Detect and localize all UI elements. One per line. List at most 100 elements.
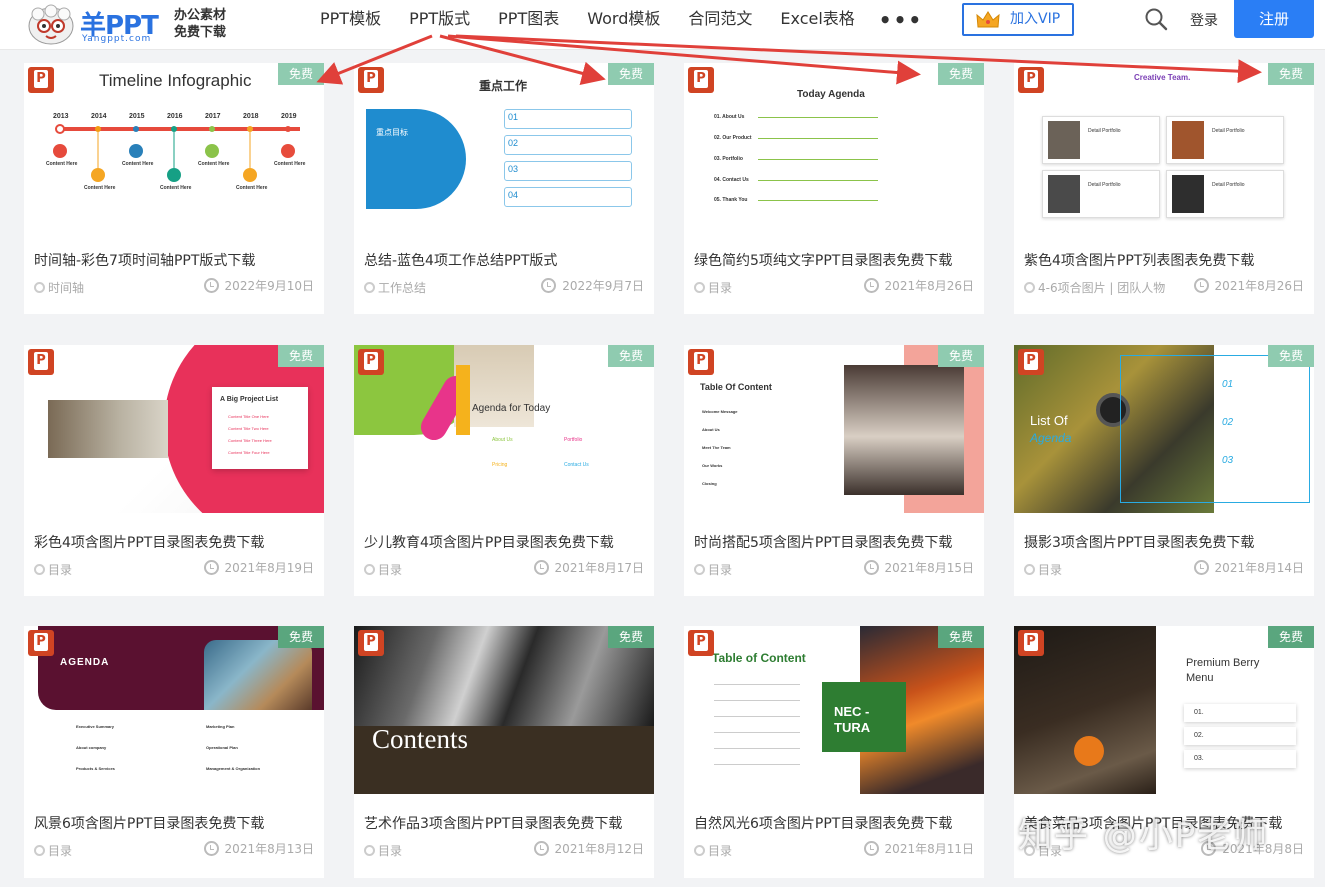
card-tag[interactable]: 目录 [694, 279, 732, 296]
login-link[interactable]: 登录 [1190, 10, 1218, 30]
card-title[interactable]: 摄影3项含图片PPT目录图表免费下载 [1024, 532, 1254, 552]
card-thumbnail[interactable]: 重点工作 重点目标 01 02 03 04 免费 [354, 63, 654, 231]
portfolio-label: Detail Portfolio [1088, 182, 1121, 188]
card-tag[interactable]: 4-6项合图片 | 团队人物 [1024, 279, 1165, 296]
card-thumbnail[interactable]: Table Of Content Welcome Message About U… [684, 345, 984, 513]
card-date: 2021年8月26日 [1193, 277, 1304, 294]
card-thumbnail[interactable]: Agenda for Today About Us Portfolio Pric… [354, 345, 654, 513]
card-title[interactable]: 紫色4项含图片PPT列表图表免费下载 [1024, 250, 1254, 270]
free-badge: 免费 [608, 626, 654, 648]
menu-number: 02. [1194, 732, 1204, 739]
template-card[interactable]: Creative Team. Detail Portfolio Detail P… [1014, 63, 1314, 314]
card-tag[interactable]: 目录 [364, 561, 402, 578]
template-card[interactable]: Timeline Infographic 2013 2014 2015 2016… [24, 63, 324, 314]
template-card[interactable]: Contents 免费 艺术作品3项含图片PPT目录图表免费下载 目录 2021… [354, 626, 654, 878]
blue-semicircle-shape [366, 109, 466, 209]
clock-icon [203, 278, 219, 293]
card-title[interactable]: 艺术作品3项含图片PPT目录图表免费下载 [364, 813, 622, 833]
toc-line [714, 764, 800, 765]
card-tag[interactable]: 目录 [694, 842, 732, 859]
agenda-item: Portfolio [564, 437, 583, 443]
timeline-year: 2018 [243, 113, 259, 120]
template-card[interactable]: 重点工作 重点目标 01 02 03 04 免费 总结-蓝色4项工作总结PPT版… [354, 63, 654, 314]
agenda-item: Pricing [492, 462, 508, 468]
blue-frame-shape [1120, 355, 1310, 503]
powerpoint-icon [358, 349, 384, 375]
nav-ppt-template[interactable]: PPT模板 [306, 0, 395, 38]
card-title[interactable]: 总结-蓝色4项工作总结PPT版式 [364, 250, 557, 270]
thumb-title: Agenda for Today [472, 403, 551, 414]
card-thumbnail[interactable]: List Of Agenda 01 02 03 免费 [1014, 345, 1314, 513]
card-title[interactable]: 少儿教育4项含图片PP目录图表免费下载 [364, 532, 614, 552]
timeline-label: Content Here [160, 185, 192, 191]
register-button[interactable]: 注册 [1234, 0, 1314, 38]
tag-icon [694, 845, 705, 856]
clock-icon [203, 841, 219, 856]
card-thumbnail[interactable]: Timeline Infographic 2013 2014 2015 2016… [24, 63, 324, 231]
card-tag[interactable]: 目录 [694, 561, 732, 578]
card-date: 2021年8月17日 [533, 559, 644, 576]
top-header: 羊PPT Yangppt.com 办公素材 免费下载 PPT模板 PPT版式 P… [0, 0, 1325, 50]
zhihu-watermark: 知乎 @小P老师 [1018, 816, 1270, 856]
nav-excel[interactable]: Excel表格 [766, 0, 868, 38]
thumb-subtitle: Menu [1186, 672, 1214, 684]
portfolio-label: Detail Portfolio [1088, 128, 1121, 134]
list-item: Content Title Three Here [228, 438, 272, 443]
timeline-label: Content Here [236, 185, 268, 191]
nav-ppt-chart[interactable]: PPT图表 [484, 0, 573, 38]
template-card[interactable]: Table Of Content Welcome Message About U… [684, 345, 984, 596]
template-card[interactable]: List Of Agenda 01 02 03 免费 摄影3项含图片PPT目录图… [1014, 345, 1314, 596]
card-date: 2021年8月12日 [533, 840, 644, 857]
card-title[interactable]: 绿色简约5项纯文字PPT目录图表免费下载 [694, 250, 952, 270]
toc-line [714, 684, 800, 685]
nav-ppt-layout[interactable]: PPT版式 [395, 0, 484, 38]
card-title[interactable]: 风景6项含图片PPT目录图表免费下载 [34, 813, 264, 833]
card-tag[interactable]: 工作总结 [364, 279, 426, 296]
template-card[interactable]: A Big Project List Content Title One Her… [24, 345, 324, 596]
nav-word-template[interactable]: Word模板 [573, 0, 674, 38]
card-title[interactable]: 彩色4项含图片PPT目录图表免费下载 [34, 532, 264, 552]
card-tag[interactable]: 时间轴 [34, 279, 84, 296]
powerpoint-icon [1018, 349, 1044, 375]
card-thumbnail[interactable]: Today Agenda 01. About Us 02. Our Produc… [684, 63, 984, 231]
card-thumbnail[interactable]: Contents 免费 [354, 626, 654, 794]
thumb-title: Today Agenda [797, 89, 865, 100]
yellow-blocks-shape [456, 365, 470, 435]
agenda-item: About company [76, 745, 107, 750]
card-thumbnail[interactable]: Premium Berry Menu 01. 02. 03. 免费 [1014, 626, 1314, 794]
site-logo[interactable]: 羊PPT Yangppt.com 办公素材 免费下载 [26, 4, 236, 46]
portfolio-photo [1172, 175, 1204, 213]
template-card[interactable]: AGENDA Executive Summary About company P… [24, 626, 324, 878]
thumb-title: A Big Project List [220, 396, 279, 403]
card-title[interactable]: 时尚搭配5项含图片PPT目录图表免费下载 [694, 532, 952, 552]
card-date: 2021年8月15日 [863, 559, 974, 576]
card-thumbnail[interactable]: AGENDA Executive Summary About company P… [24, 626, 324, 794]
card-tag[interactable]: 目录 [34, 561, 72, 578]
card-tag[interactable]: 目录 [34, 842, 72, 859]
template-card[interactable]: Agenda for Today About Us Portfolio Pric… [354, 345, 654, 596]
template-card[interactable]: Today Agenda 01. About Us 02. Our Produc… [684, 63, 984, 314]
card-thumbnail[interactable]: Creative Team. Detail Portfolio Detail P… [1014, 63, 1314, 231]
search-icon[interactable] [1144, 7, 1168, 31]
nav-contract[interactable]: 合同范文 [674, 0, 766, 38]
thumb-title: Contents [372, 724, 469, 754]
free-badge: 免费 [278, 626, 324, 648]
thumb-title: AGENDA [60, 657, 110, 668]
card-thumbnail[interactable]: A Big Project List Content Title One Her… [24, 345, 324, 513]
card-thumbnail[interactable]: NEC - TURA Table of Content 免费 [684, 626, 984, 794]
card-title[interactable]: 自然风光6项含图片PPT目录图表免费下载 [694, 813, 952, 833]
free-badge: 免费 [608, 345, 654, 367]
card-tag[interactable]: 目录 [364, 842, 402, 859]
timeline-label: Content Here [274, 161, 306, 167]
crown-icon [976, 11, 1000, 28]
more-menu-icon[interactable]: ••• [869, 0, 933, 38]
tag-icon [694, 282, 705, 293]
tag-icon [1024, 564, 1035, 575]
card-tag[interactable]: 目录 [1024, 561, 1062, 578]
join-vip-button[interactable]: 加入VIP [962, 3, 1074, 36]
portfolio-label: Detail Portfolio [1212, 128, 1245, 134]
card-title[interactable]: 时间轴-彩色7项时间轴PPT版式下载 [34, 250, 255, 270]
list-item: Content Title Two Here [228, 426, 269, 431]
thumb-title: Table Of Content [700, 382, 772, 392]
template-card[interactable]: NEC - TURA Table of Content 免费 自然风光6项含图片… [684, 626, 984, 878]
